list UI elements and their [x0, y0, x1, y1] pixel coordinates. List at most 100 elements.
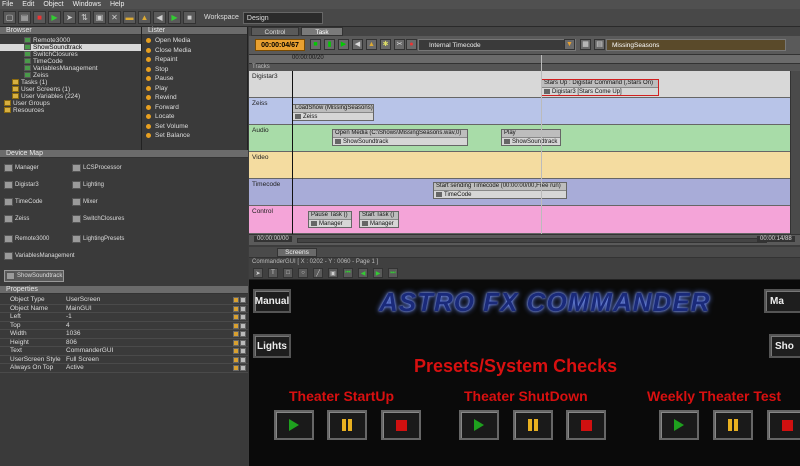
weekly-pause-button[interactable] — [713, 410, 753, 440]
shutdown-play-button[interactable] — [459, 410, 499, 440]
property-row[interactable]: Width 1036 — [0, 330, 248, 339]
sort-icon[interactable]: ⇅ — [78, 11, 91, 24]
cursor-icon[interactable]: ➤ — [63, 11, 76, 24]
device-node[interactable]: Manager — [4, 164, 39, 172]
tree-item[interactable]: VariablesManagement — [0, 65, 141, 72]
manual-button[interactable]: Manual — [253, 289, 291, 313]
timeline-clip[interactable]: Stars Up : Digistar Command (,Stars On) D… — [541, 79, 659, 96]
lister-item[interactable]: Set Volume — [142, 122, 247, 132]
device-node[interactable]: LCSProcessor — [72, 164, 122, 172]
tab-screens[interactable]: Screens — [277, 248, 317, 257]
device-node[interactable]: TimeCode — [4, 198, 42, 206]
lister-item[interactable]: Forward — [142, 103, 247, 113]
menu-object[interactable]: Object — [43, 1, 63, 8]
device-node[interactable]: Digistar3 — [4, 181, 39, 189]
lister-item[interactable]: Pause — [142, 74, 247, 84]
timeline-clip[interactable]: Play ShowSoundtrack — [501, 129, 561, 146]
track-zeiss[interactable]: Zeiss LoadShow (MissingSeasons) Zeiss — [249, 98, 790, 125]
lock-icon[interactable] — [233, 331, 239, 337]
next-page-icon[interactable]: ▶ — [373, 268, 383, 278]
edit-icon[interactable] — [240, 356, 246, 363]
track-timecode[interactable]: Timecode Start sending Timecode (00:00:00… — [249, 179, 790, 206]
tab-task[interactable]: Task — [301, 27, 343, 36]
play-icon[interactable]: ▶ — [48, 11, 61, 24]
tree-item[interactable]: User Groups — [0, 100, 141, 107]
edit-icon[interactable] — [240, 339, 246, 346]
track-video[interactable]: Video — [249, 152, 790, 179]
lock-icon[interactable] — [233, 365, 239, 371]
lister-item[interactable]: Close Media — [142, 46, 247, 56]
lock-icon[interactable] — [233, 339, 239, 346]
device-icon[interactable]: ▣ — [93, 11, 106, 24]
record-icon[interactable]: ■ — [33, 11, 46, 24]
tree-item[interactable]: Tasks (1) — [0, 79, 141, 86]
menu-file[interactable]: File — [2, 1, 13, 8]
property-row[interactable]: Text CommanderGUI — [0, 347, 248, 356]
lock-icon[interactable] — [233, 297, 239, 303]
timeline-clip[interactable]: Start Task () Manager — [359, 211, 399, 228]
lister-item[interactable]: Play — [142, 84, 247, 94]
property-value[interactable]: 1036 — [66, 330, 80, 339]
tree-item[interactable]: User Screens (1) — [0, 86, 141, 93]
tree-item[interactable]: ShowSoundtrack — [0, 44, 141, 51]
startup-pause-button[interactable] — [327, 410, 367, 440]
chevron-down-icon[interactable]: ▼ — [564, 39, 575, 50]
property-row[interactable]: Object Type UserScreen — [0, 296, 248, 305]
circle-icon[interactable]: ○ — [298, 268, 308, 278]
startup-play-button[interactable] — [274, 410, 314, 440]
tree-item[interactable]: User Variables (224) — [0, 93, 141, 100]
open-icon[interactable]: ▤ — [18, 11, 31, 24]
image-icon[interactable]: ▣ — [328, 268, 338, 278]
show-right-button[interactable]: Sho — [769, 334, 800, 358]
lister-item[interactable]: Set Balance — [142, 131, 247, 141]
menu-windows[interactable]: Windows — [73, 1, 101, 8]
device-node[interactable]: Remote3000 — [4, 235, 49, 243]
cut-button[interactable]: ✂ — [394, 39, 405, 50]
shutdown-stop-button[interactable] — [566, 410, 606, 440]
lister-item[interactable]: Stop — [142, 65, 247, 75]
menu-edit[interactable]: Edit — [22, 1, 34, 8]
lister-item[interactable]: Open Media — [142, 36, 247, 46]
edit-icon[interactable] — [240, 348, 246, 354]
rectangle-icon[interactable]: □ — [283, 268, 293, 278]
lister-item[interactable]: Rewind — [142, 93, 247, 103]
property-row[interactable]: Object Name MainGUI — [0, 305, 248, 313]
property-value[interactable]: 806 — [66, 339, 77, 348]
device-node[interactable]: Lighting — [72, 181, 104, 189]
device-node[interactable]: VariablesManagement — [4, 252, 75, 260]
timeline-hscroll[interactable] — [297, 238, 767, 243]
next-icon[interactable]: ▶ — [168, 11, 181, 24]
playhead[interactable] — [541, 55, 542, 235]
first-page-icon[interactable]: ⏮ — [343, 268, 353, 278]
startup-stop-button[interactable] — [381, 410, 421, 440]
lock-icon[interactable] — [233, 348, 239, 354]
shutdown-pause-button[interactable] — [513, 410, 553, 440]
lock-icon[interactable]: ▲ — [138, 11, 151, 24]
lister-item[interactable]: Repaint — [142, 55, 247, 65]
lister-item[interactable]: Locate — [142, 112, 247, 122]
property-value[interactable]: -1 — [66, 313, 72, 322]
prev-icon[interactable]: ◀ — [153, 11, 166, 24]
text-icon[interactable]: T — [268, 268, 278, 278]
folder-icon[interactable]: ▬ — [123, 11, 136, 24]
stop-icon[interactable]: ■ — [183, 11, 196, 24]
tools-icon[interactable]: ✕ — [108, 11, 121, 24]
property-row[interactable]: Height 806 — [0, 339, 248, 348]
pause-button[interactable]: ▮ — [324, 39, 335, 50]
timeline-clip[interactable]: Start sending Timecode (00:00:00/00,Free… — [433, 182, 567, 199]
menu-help[interactable]: Help — [110, 1, 124, 8]
weekly-play-button[interactable] — [659, 410, 699, 440]
track-control[interactable]: Control Pause Task () Manager Start Task ()… — [249, 206, 790, 234]
play-button[interactable]: ▶ — [338, 39, 349, 50]
workspace-select[interactable]: Design — [242, 11, 323, 24]
lock-icon[interactable] — [233, 314, 239, 320]
stop-button[interactable]: ■ — [310, 39, 321, 50]
property-row[interactable]: UserScreen Style Full Screen — [0, 356, 248, 365]
track-digistar3[interactable]: Digistar3 Stars Up : Digistar Command (,S… — [249, 71, 790, 98]
property-value[interactable]: 4 — [66, 322, 70, 331]
timeline-clip[interactable]: LoadShow (MissingSeasons) Zeiss — [292, 104, 374, 121]
property-value[interactable]: Full Screen — [66, 356, 99, 365]
snap-button[interactable]: ✱ — [380, 39, 391, 50]
edit-icon[interactable] — [240, 365, 246, 371]
prev-page-icon[interactable]: ◀ — [358, 268, 368, 278]
